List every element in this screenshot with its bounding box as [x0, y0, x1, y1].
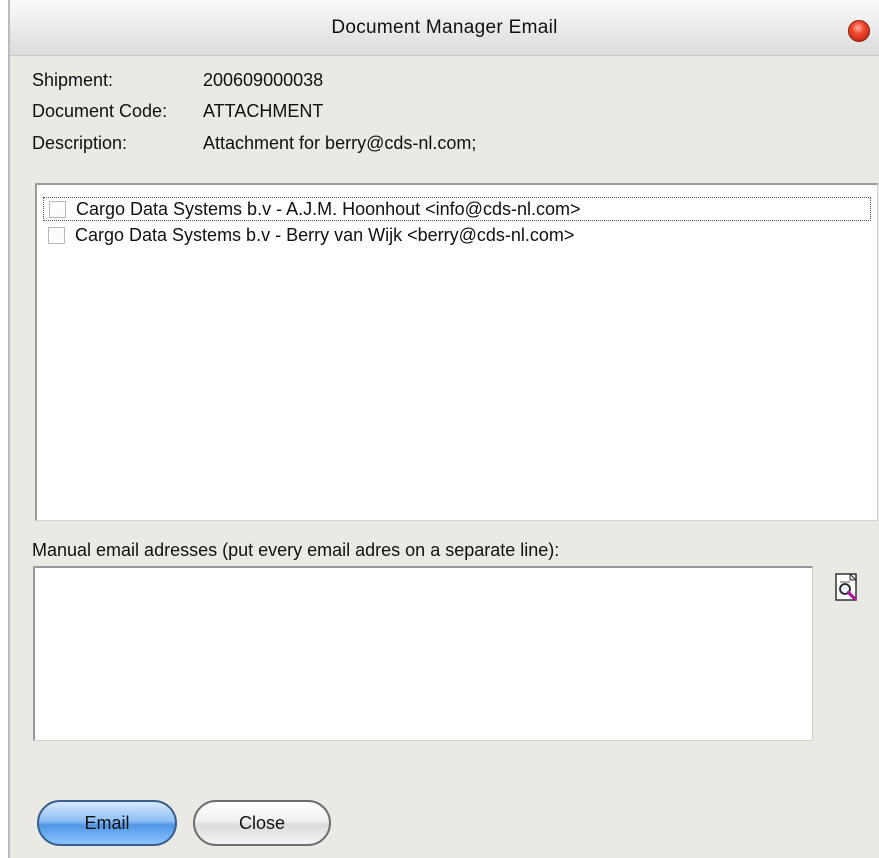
- recipient-checkbox[interactable]: [48, 226, 65, 244]
- close-window-icon[interactable]: [848, 20, 870, 42]
- description-label: Description:: [32, 133, 128, 153]
- window-title: Document Manager Email: [331, 17, 558, 38]
- document-code-value: ATTACHMENT: [203, 101, 324, 121]
- recipient-label: Cargo Data Systems b.v - Berry van Wijk …: [75, 224, 575, 245]
- address-book-lookup-icon: [835, 572, 858, 601]
- dialog-window: Document Manager Email Shipment: 2006090…: [8, 0, 879, 858]
- close-button[interactable]: Close: [193, 800, 331, 846]
- manual-emails-input[interactable]: [33, 566, 813, 741]
- shipment-value: 200609000038: [203, 70, 324, 90]
- email-button[interactable]: Email: [37, 800, 177, 846]
- recipient-list[interactable]: Cargo Data Systems b.v - A.J.M. Hoonhout…: [35, 183, 878, 521]
- document-code-label: Document Code:: [32, 101, 168, 121]
- description-value: Attachment for berry@cds-nl.com;: [203, 133, 477, 153]
- title-bar[interactable]: Document Manager Email: [10, 0, 879, 56]
- shipment-label: Shipment:: [32, 70, 114, 90]
- recipient-item[interactable]: Cargo Data Systems b.v - A.J.M. Hoonhout…: [43, 197, 871, 221]
- recipient-checkbox[interactable]: [49, 200, 66, 218]
- recipient-item[interactable]: Cargo Data Systems b.v - Berry van Wijk …: [43, 223, 574, 247]
- manual-emails-label: Manual email adresses (put every email a…: [32, 540, 560, 560]
- address-book-button[interactable]: [827, 568, 867, 608]
- recipient-label: Cargo Data Systems b.v - A.J.M. Hoonhout…: [76, 198, 581, 219]
